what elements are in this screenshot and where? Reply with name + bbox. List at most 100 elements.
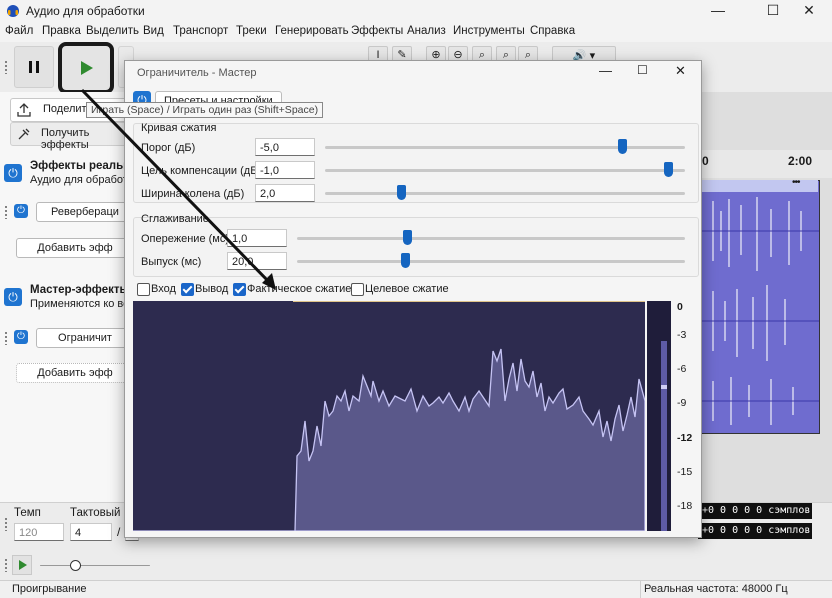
toolbar-grip[interactable] [4, 60, 8, 74]
menu-generate[interactable]: Генерировать [275, 25, 349, 37]
add-master-effect-button[interactable]: Добавить эфф [16, 363, 134, 383]
release-slider-thumb[interactable] [401, 253, 410, 268]
reverb-power-icon[interactable]: ⏻ [14, 204, 28, 218]
add-effect-button[interactable]: Добавить эфф [16, 238, 134, 258]
sample-rate-status: Реальная частота: 48000 Гц [644, 583, 788, 595]
tempo-input[interactable]: 120 [14, 523, 64, 541]
gain-meter [647, 301, 671, 531]
threshold-label: Порог (дБ) [141, 142, 196, 154]
input-checkbox[interactable] [137, 283, 150, 296]
selection-end-time[interactable]: +0 0 0 0 0 сэмплов [698, 523, 812, 539]
actual-compression-checkbox[interactable] [233, 283, 246, 296]
gain-meter-bar [661, 341, 667, 531]
meter-tick-0: 0 [677, 301, 683, 313]
minimize-button[interactable]: — [695, 0, 741, 22]
reverb-effect-button[interactable]: Ревербераци [36, 202, 134, 222]
target-compression-checkbox[interactable] [351, 283, 364, 296]
reverb-grip[interactable] [4, 205, 8, 219]
smoothing-group-title: Сглаживание [141, 213, 209, 225]
knee-slider-track[interactable] [325, 192, 685, 195]
meter-numerator-input[interactable]: 4 [70, 523, 112, 541]
output-checkbox[interactable] [181, 283, 194, 296]
lookahead-slider-thumb[interactable] [403, 230, 412, 245]
output-level-plot [133, 348, 646, 532]
makeup-slider-track[interactable] [325, 169, 685, 172]
menu-view[interactable]: Вид [143, 25, 164, 37]
close-button[interactable]: ✕ [786, 0, 832, 22]
threshold-slider-thumb[interactable] [618, 139, 627, 154]
smoothing-group [133, 217, 699, 277]
menu-edit[interactable]: Правка [42, 25, 81, 37]
get-effects-button[interactable]: Получить эффекты [10, 122, 136, 151]
menu-transport[interactable]: Транспорт [173, 25, 228, 37]
get-effects-label: Получить эффекты [41, 127, 90, 151]
realtime-power-icon[interactable]: ⏻ [4, 164, 22, 182]
pause-button[interactable] [14, 46, 54, 88]
threshold-input[interactable]: -5,0 [255, 138, 315, 156]
ruler-time-label: 2:00 [788, 154, 813, 168]
curve-group-title: Кривая сжатия [141, 122, 217, 134]
knee-slider-thumb[interactable] [397, 185, 406, 200]
lookahead-input[interactable]: 1,0 [227, 229, 287, 247]
clip-menu-icon[interactable]: ••• [792, 177, 800, 188]
master-effects-subtitle: Применяются ко все [30, 298, 135, 310]
tempo-label: Темп [14, 507, 41, 519]
master-power-icon[interactable]: ⏻ [4, 288, 22, 306]
play-at-speed-button[interactable] [12, 555, 32, 575]
menu-help[interactable]: Справка [530, 25, 575, 37]
limiter-effect-button[interactable]: Ограничит [36, 328, 134, 348]
app-logo-icon [7, 5, 19, 17]
audio-clip[interactable] [700, 180, 820, 434]
play-button[interactable] [58, 42, 114, 94]
meter-tick-12: -12 [677, 432, 693, 444]
selection-start-time[interactable]: +0 0 0 0 0 сэмплов [698, 503, 812, 519]
meter-tick-15: -15 [677, 466, 693, 478]
menu-tracks[interactable]: Треки [236, 25, 267, 37]
meter-slash: / [117, 525, 121, 539]
master-effects-title: Мастер-эффекты [30, 284, 130, 296]
menu-tools[interactable]: Инструменты [453, 25, 525, 37]
menu-select[interactable]: Выделить [86, 25, 139, 37]
threshold-slider-track[interactable] [325, 146, 685, 149]
release-slider-track[interactable] [297, 260, 685, 263]
ruler-tick-zero: 0 [702, 154, 709, 168]
play-at-speed-grip[interactable] [4, 558, 8, 572]
input-checkbox-label: Вход [151, 283, 176, 295]
status-bar: Проигрывание Реальная частота: 48000 Гц [0, 580, 832, 598]
lookahead-slider-track[interactable] [297, 237, 685, 240]
meter-tick-9: -9 [677, 397, 687, 409]
limiter-grip[interactable] [4, 331, 8, 345]
menu-analyze[interactable]: Анализ [407, 25, 446, 37]
dialog-close-button[interactable]: ✕ [675, 63, 686, 79]
lookahead-label: Опережение (мс) [141, 233, 229, 245]
meter-tick-6: -6 [677, 363, 687, 375]
limiter-power-icon[interactable]: ⏻ [14, 330, 28, 344]
output-checkbox-label: Вывод [195, 283, 229, 295]
meter-tick-3: -3 [677, 329, 687, 341]
dialog-minimize-button[interactable]: — [599, 63, 612, 78]
pause-icon [29, 61, 39, 73]
timeline-ruler[interactable]: 0 2:00 [700, 150, 832, 178]
target-compression-label: Целевое сжатие [365, 283, 449, 295]
window-title: Аудио для обработки [26, 4, 145, 18]
play-tooltip: Играть (Space) / Играть один раз (Shift+… [86, 102, 324, 118]
release-input[interactable]: 20,0 [227, 252, 287, 270]
makeup-input[interactable]: -1,0 [255, 161, 315, 179]
dialog-title: Ограничитель - Мастер [137, 67, 257, 79]
speed-slider-track[interactable] [40, 565, 150, 566]
dialog-maximize-button[interactable]: ☐ [637, 63, 648, 77]
play-at-speed-icon [19, 560, 27, 570]
status-text: Проигрывание [12, 583, 87, 595]
menu-file[interactable]: Файл [5, 25, 33, 37]
menu-effects[interactable]: Эффекты [351, 25, 403, 37]
gain-meter-peak [661, 385, 667, 389]
knee-input[interactable]: 2,0 [255, 184, 315, 202]
makeup-slider-thumb[interactable] [664, 162, 673, 177]
bottom-grip[interactable] [4, 517, 8, 531]
plug-icon [18, 128, 30, 140]
speed-slider-thumb[interactable] [70, 560, 81, 571]
clip-header[interactable]: ••• [700, 177, 818, 192]
play-icon [81, 61, 93, 75]
makeup-label: Цель компенсации (дБ) [141, 165, 262, 177]
share-label: Поделит [43, 103, 87, 115]
